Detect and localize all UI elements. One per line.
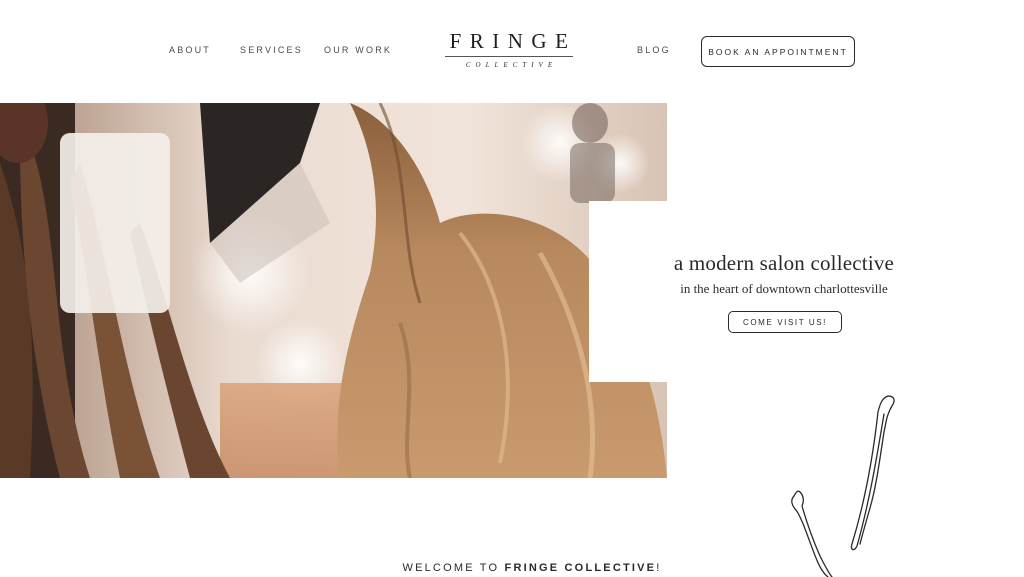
site-logo[interactable]: FRINGE COLLECTIVE <box>434 30 584 69</box>
welcome-suffix: ! <box>656 562 662 574</box>
welcome-brand: FRINGE COLLECTIVE <box>504 562 657 574</box>
hero-title: a modern salon collective <box>673 251 895 275</box>
welcome-prefix: WELCOME TO <box>402 562 505 574</box>
hero-subtitle: in the heart of downtown charlottesville <box>680 281 888 296</box>
welcome-heading: WELCOME TO FRINGE COLLECTIVE! <box>0 562 1024 574</box>
logo-wordmark: FRINGE <box>449 29 577 53</box>
logo-divider <box>445 56 573 57</box>
bobby-pins-illustration <box>780 388 910 577</box>
hero-image <box>0 103 667 478</box>
nav-our-work[interactable]: OUR WORK <box>324 45 392 55</box>
hero-card: a modern salon collective in the heart o… <box>589 201 923 382</box>
nav-about[interactable]: ABOUT <box>169 45 211 55</box>
book-appointment-button[interactable]: BOOK AN APPOINTMENT <box>701 36 855 67</box>
nav-services[interactable]: SERVICES <box>240 45 303 55</box>
come-visit-button[interactable]: COME VISIT US! <box>728 311 842 333</box>
nav-blog[interactable]: BLOG <box>637 45 671 55</box>
logo-subtitle: COLLECTIVE <box>465 61 558 69</box>
page: ABOUT SERVICES OUR WORK FRINGE COLLECTIV… <box>0 0 1024 577</box>
